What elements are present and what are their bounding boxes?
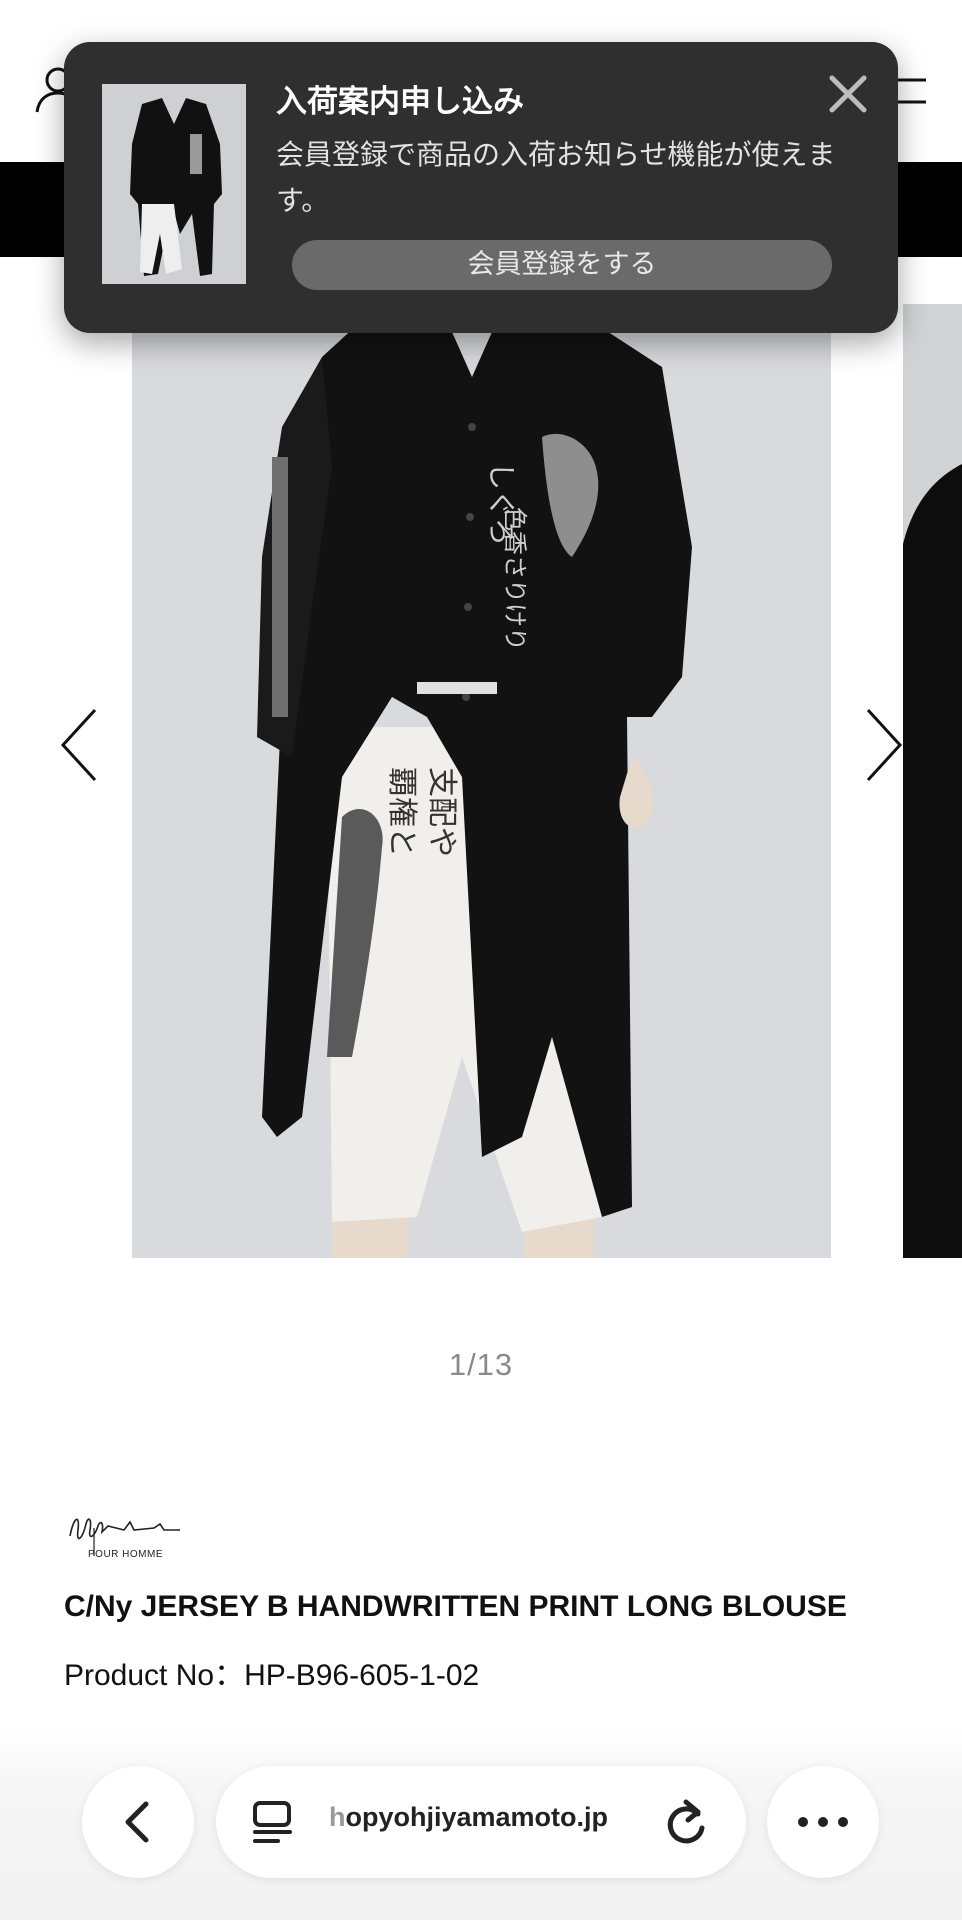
popup-title: 入荷案内申し込み — [276, 84, 524, 120]
brand-sub-label: POUR HOMME — [88, 1549, 163, 1560]
product-thumbnail — [102, 84, 246, 284]
popup-message: 会員登録で商品の入荷お知らせ機能が使えます。 — [276, 138, 836, 217]
restock-notification-popup: 入荷案内申し込み 会員登録で商品の入荷お知らせ機能が使えます。 会員登録をする — [64, 42, 898, 333]
product-image[interactable]: しぐろ 色香さりけり 支配や 覇権と — [132, 257, 831, 1258]
url-domain: opyohjiyamamoto.jp — [345, 1802, 609, 1832]
reader-icon[interactable] — [252, 1800, 294, 1844]
more-button[interactable] — [767, 1766, 879, 1878]
url-prefix: h — [329, 1802, 346, 1832]
product-photo: しぐろ 色香さりけり 支配や 覇権と — [132, 257, 831, 1258]
print-text-chest-2: 色香さりけり — [501, 507, 529, 651]
product-number: Product No：HP-B96-605-1-02 — [64, 1659, 480, 1692]
register-member-button[interactable]: 会員登録をする — [292, 240, 832, 290]
next-product-photo — [903, 304, 962, 1258]
page: しぐろ 色香さりけり 支配や 覇権と 1/13 POUR HOMME C/Ny … — [0, 0, 962, 1920]
product-name: C/Ny JERSEY B HANDWRITTEN PRINT LONG BLO… — [64, 1590, 847, 1623]
browser-back-button[interactable] — [82, 1766, 194, 1878]
reload-icon[interactable] — [664, 1798, 710, 1846]
print-text-pants-1: 支配や — [424, 767, 459, 857]
url-text: hopyohjiyamamoto.jp — [329, 1802, 608, 1833]
address-bar[interactable]: hopyohjiyamamoto.jp — [216, 1766, 746, 1878]
close-icon[interactable] — [826, 72, 870, 116]
chevron-left-icon[interactable] — [55, 705, 105, 785]
image-counter: 1/13 — [448, 1347, 514, 1382]
next-product-image[interactable] — [903, 304, 962, 1258]
thumbnail-photo — [102, 84, 246, 284]
chevron-right-icon[interactable] — [858, 705, 908, 785]
print-text-pants-2: 覇権と — [384, 767, 419, 857]
back-arrow-icon — [125, 1801, 149, 1843]
more-icon — [798, 1817, 848, 1827]
